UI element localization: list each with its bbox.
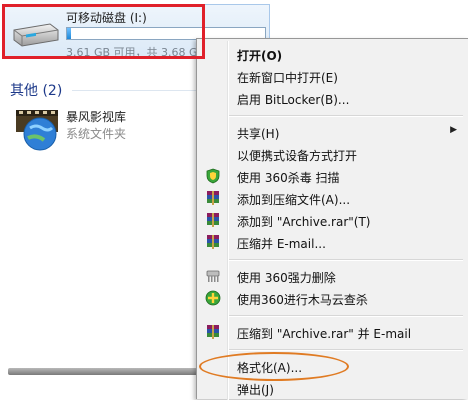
format-highlight-annotation xyxy=(199,352,349,381)
menu-item-bitlocker[interactable]: 启用 BitLocker(B)... xyxy=(199,87,465,109)
media-library-folder-icon[interactable] xyxy=(14,104,60,152)
menu-item-share[interactable]: 共享(H) ▶ xyxy=(199,121,465,143)
menu-separator xyxy=(229,315,463,317)
shredder-icon xyxy=(206,270,220,282)
explorer-window: 可移动磁盘 (I:) 3.61 GB 可用，共 3.68 GB 其他 (2) 暴… xyxy=(0,0,468,400)
highlight-annotation-box xyxy=(2,4,205,59)
winrar-icon xyxy=(207,191,219,205)
winrar-icon xyxy=(207,213,219,227)
menu-item-label: 添加到压缩文件(A)... xyxy=(237,193,351,207)
360-antivirus-icon xyxy=(206,168,220,184)
menu-item-eject[interactable]: 弹出(J) xyxy=(199,377,465,399)
submenu-arrow-icon: ▶ xyxy=(450,125,457,135)
scrollbar-thumb[interactable] xyxy=(8,368,198,375)
menu-item-label: 以便携式设备方式打开 xyxy=(237,149,358,163)
menu-item-label: 在新窗口中打开(E) xyxy=(237,71,338,85)
menu-item-360-cloud-scan[interactable]: 使用360进行木马云查杀 xyxy=(199,287,465,309)
horizontal-scrollbar[interactable] xyxy=(8,364,198,378)
winrar-icon xyxy=(207,325,219,339)
menu-item-label: 打开(O) xyxy=(237,49,283,63)
menu-item-label: 弹出(J) xyxy=(237,383,274,397)
menu-item-360-scan[interactable]: 使用 360杀毒 扫描 xyxy=(199,165,465,187)
menu-separator xyxy=(229,115,463,117)
group-divider xyxy=(72,90,200,91)
menu-item-label: 使用 360杀毒 扫描 xyxy=(237,171,340,185)
menu-item-label: 启用 BitLocker(B)... xyxy=(237,93,350,107)
menu-item-open[interactable]: 打开(O) xyxy=(199,43,465,65)
menu-separator xyxy=(229,259,463,261)
group-header-other[interactable]: 其他 (2) xyxy=(10,80,62,100)
folder-name: 暴风影视库 xyxy=(66,110,127,124)
context-menu: 打开(O) 在新窗口中打开(E) 启用 BitLocker(B)... 共享(H… xyxy=(196,38,468,400)
menu-item-label: 使用 360强力删除 xyxy=(237,271,336,285)
menu-item-360-shred[interactable]: 使用 360强力删除 xyxy=(199,265,465,287)
winrar-icon xyxy=(207,235,219,249)
menu-item-label: 添加到 "Archive.rar"(T) xyxy=(237,215,371,229)
menu-separator xyxy=(229,349,463,351)
menu-item-add-archive[interactable]: 添加到压缩文件(A)... xyxy=(199,187,465,209)
menu-item-add-archive-rar[interactable]: 添加到 "Archive.rar"(T) xyxy=(199,209,465,231)
menu-item-label: 共享(H) xyxy=(237,127,280,141)
folder-type: 系统文件夹 xyxy=(66,127,127,141)
menu-item-label: 压缩并 E-mail... xyxy=(237,237,326,251)
menu-item-compress-email[interactable]: 压缩并 E-mail... xyxy=(199,231,465,253)
menu-item-open-new-window[interactable]: 在新窗口中打开(E) xyxy=(199,65,465,87)
menu-item-compress-archive-email[interactable]: 压缩到 "Archive.rar" 并 E-mail xyxy=(199,321,465,343)
menu-item-open-portable[interactable]: 以便携式设备方式打开 xyxy=(199,143,465,165)
menu-item-label: 压缩到 "Archive.rar" 并 E-mail xyxy=(237,327,412,341)
360-cloud-scan-icon xyxy=(205,290,221,306)
menu-item-label: 使用360进行木马云查杀 xyxy=(237,293,368,307)
